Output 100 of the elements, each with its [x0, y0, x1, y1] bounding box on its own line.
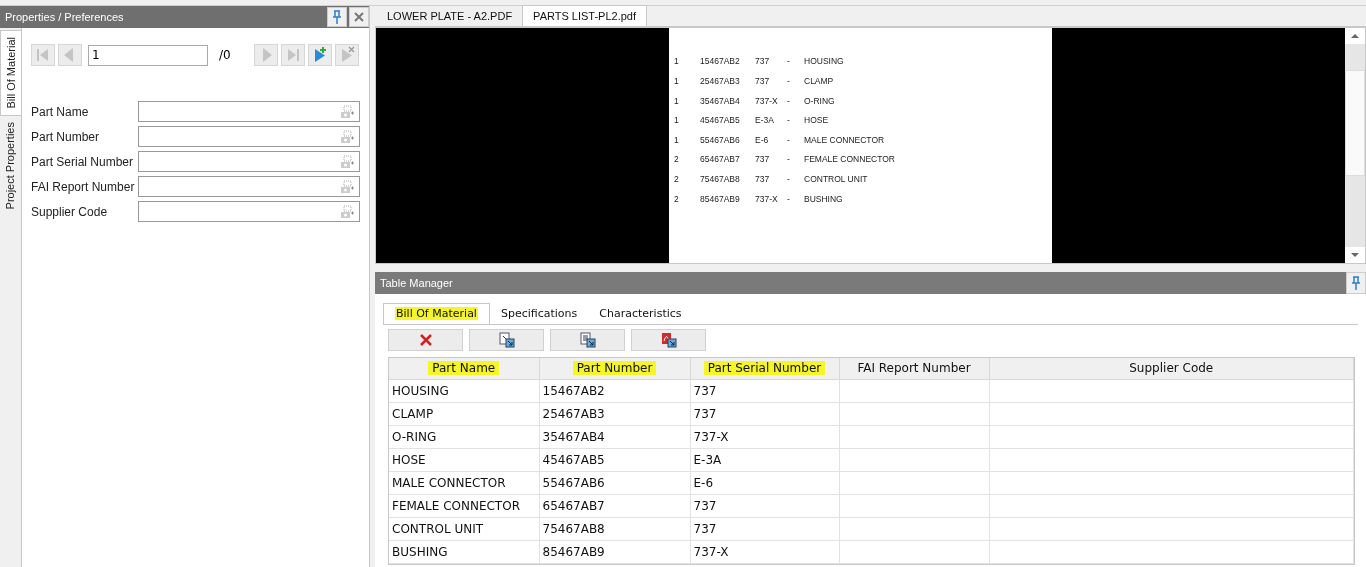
document-text: 85467AB9 [700, 192, 741, 206]
panel-title: Properties / Preferences [5, 9, 125, 25]
table-tab[interactable]: Bill Of Material [383, 303, 490, 324]
pin-icon [332, 10, 342, 24]
document-text: 15467AB2 [700, 55, 741, 69]
scroll-up-icon[interactable] [1345, 28, 1365, 44]
table-cell: BUSHING [389, 540, 539, 563]
camera-add-icon[interactable] [339, 204, 355, 219]
document-text: 737 [755, 55, 771, 69]
document-text: 2 [674, 192, 680, 206]
document-text: - [787, 55, 791, 69]
document-text: 737 [755, 153, 771, 167]
camera-add-icon[interactable] [339, 129, 355, 144]
document-text: - [787, 153, 791, 167]
column-header[interactable]: Part Name [389, 358, 539, 379]
input-field[interactable] [138, 176, 360, 197]
table-cell: 55467AB6 [539, 471, 690, 494]
table-cell: FEMALE CONNECTOR [389, 494, 539, 517]
table-cell: CLAMP [389, 402, 539, 425]
camera-add-icon[interactable] [339, 154, 355, 169]
close-icon [354, 12, 364, 22]
nav-button[interactable] [308, 44, 332, 66]
document-text: - [787, 173, 791, 186]
table-cell: HOUSING [389, 379, 539, 402]
input-field[interactable] [138, 151, 360, 172]
table-cell: 65467AB7 [539, 494, 690, 517]
document-text: CLAMP [804, 75, 834, 88]
document-text: 65467AB7 [700, 153, 741, 167]
input-field[interactable] [138, 201, 360, 222]
table-cell: 737 [690, 379, 839, 402]
document-text: 737 [755, 75, 771, 88]
field-label: Part Serial Number [31, 153, 135, 171]
pin-button[interactable] [327, 7, 347, 27]
scroll-down-icon[interactable] [1345, 247, 1365, 263]
table-cell: O-RING [389, 425, 539, 448]
document-text: E-6 [755, 133, 770, 147]
table-cell: 737 [690, 517, 839, 540]
document-text: 1 [674, 75, 680, 88]
side-tab[interactable]: Bill Of Material [0, 30, 21, 116]
document-text: CONTROL UNIT [804, 173, 868, 186]
input-field[interactable] [138, 101, 360, 122]
document-text: 35467AB4 [700, 94, 741, 108]
field-label: Part Number [31, 128, 101, 146]
table-tab[interactable]: Specifications [489, 304, 589, 324]
page-number-field[interactable]: 1 [88, 44, 208, 66]
document-text: - [787, 192, 791, 206]
table-cell: MALE CONNECTOR [389, 471, 539, 494]
field-label: Supplier Code [31, 203, 109, 221]
document-text: 1 [674, 114, 680, 127]
table-cell: 85467AB9 [539, 540, 690, 563]
field-label: FAI Report Number [31, 178, 136, 196]
input-field[interactable] [138, 126, 360, 147]
document-arrow-icon [579, 332, 596, 348]
table-cell: 737-X [690, 425, 839, 448]
document-text: 75467AB8 [700, 173, 741, 186]
document-text: 737 [755, 173, 771, 186]
table-cell: 75467AB8 [539, 517, 690, 540]
scrollbar[interactable] [1345, 28, 1365, 263]
document-text: HOSE [804, 114, 829, 127]
pin-button[interactable] [1346, 272, 1366, 294]
document-text: - [787, 75, 791, 88]
pin-icon [1351, 276, 1361, 290]
table-tab[interactable]: Characteristics [588, 304, 693, 324]
delete-icon [418, 333, 433, 347]
document-tab[interactable]: PARTS LIST-PL2.pdf [522, 5, 648, 26]
column-header[interactable]: Part Number [539, 358, 690, 379]
pdf-export-icon [660, 332, 677, 348]
document-text: FEMALE CONNECTOR [804, 153, 895, 167]
document-text: 25467AB3 [700, 75, 741, 88]
toolbar-button[interactable] [631, 329, 706, 351]
table-cell: 737 [690, 494, 839, 517]
toolbar-button[interactable] [550, 329, 625, 351]
column-header[interactable]: Supplier Code [989, 358, 1354, 379]
column-header[interactable]: FAI Report Number [839, 358, 989, 379]
page-count: /0 [218, 47, 232, 64]
document-text: - [787, 114, 791, 127]
document-text: 1 [674, 55, 680, 69]
table-cell: E-6 [690, 471, 839, 494]
field-label: Part Name [31, 103, 90, 121]
table-cell: 737-X [690, 540, 839, 563]
document-text: - [787, 94, 791, 108]
camera-add-icon[interactable] [339, 179, 355, 194]
table-cell: 25467AB3 [539, 402, 690, 425]
document-text: 45467AB5 [700, 114, 741, 127]
document-text: 1 [674, 133, 680, 147]
document-arrow-icon [498, 332, 515, 348]
document-text: 737-X [755, 94, 779, 108]
document-text: BUSHING [804, 192, 843, 206]
table-cell: 737 [690, 402, 839, 425]
scroll-thumb[interactable] [1345, 70, 1365, 176]
close-button[interactable] [349, 7, 369, 27]
camera-add-icon[interactable] [339, 104, 355, 119]
toolbar-button[interactable] [469, 329, 544, 351]
table-cell: HOSE [389, 448, 539, 471]
document-text: MALE CONNECTOR [804, 133, 885, 147]
document-text: 2 [674, 173, 680, 186]
table-cell: E-3A [690, 448, 839, 471]
toolbar-button[interactable] [388, 329, 463, 351]
table-cell: 35467AB4 [539, 425, 690, 448]
table-cell: CONTROL UNIT [389, 517, 539, 540]
